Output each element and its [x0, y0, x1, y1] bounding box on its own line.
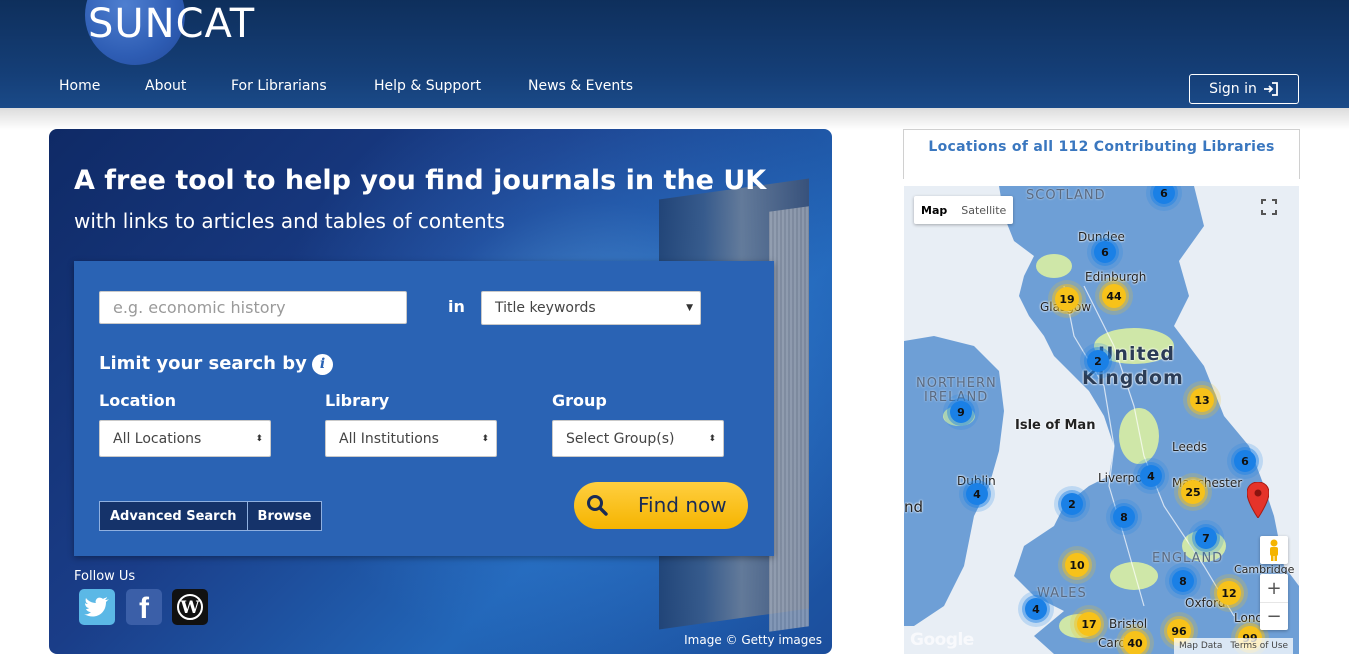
search-panel: in Title keywords ▼ Limit your search by… [74, 261, 774, 556]
hero-subtitle: with links to articles and tables of con… [74, 209, 505, 233]
pegman-glyph [1270, 539, 1278, 561]
nav-help-support[interactable]: Help & Support [374, 78, 481, 94]
library-label: Library [325, 391, 390, 410]
site-logo[interactable]: SUNCAT [88, 1, 255, 47]
map-cluster[interactable]: 10 [1065, 553, 1089, 577]
map-place-united: United [1098, 343, 1176, 365]
map-cluster[interactable]: 6 [1094, 241, 1116, 263]
in-label: in [448, 297, 465, 316]
hero-book-pages [769, 206, 809, 632]
sign-in-button[interactable]: Sign in [1189, 74, 1299, 104]
hero-panel: A free tool to help you find journals in… [49, 129, 832, 654]
map-marker-icon[interactable] [1247, 482, 1269, 518]
map-place-wales: WALES [1037, 586, 1087, 601]
sign-in-icon [1263, 82, 1278, 96]
map-place-bristol: Bristol [1109, 617, 1148, 631]
map-place-nd: nd [904, 498, 924, 516]
map-footer: Map Data Terms of Use [1174, 638, 1294, 654]
map-cluster[interactable]: 13 [1190, 388, 1214, 412]
hero-title: A free tool to help you find journals in… [74, 165, 767, 196]
map-cluster[interactable]: 4 [1140, 465, 1162, 487]
sign-in-label: Sign in [1209, 81, 1257, 97]
group-label: Group [552, 391, 607, 410]
facebook-f-glyph: f [139, 592, 149, 625]
nav-for-librarians[interactable]: For Librarians [231, 78, 327, 94]
search-mode-buttons: Advanced Search Browse [99, 501, 323, 531]
map-type-map-button[interactable]: Map [914, 196, 954, 224]
nav-news-events[interactable]: News & Events [528, 78, 633, 94]
map-cluster[interactable]: 2 [1087, 350, 1109, 372]
map-type-satellite-button[interactable]: Satellite [954, 196, 1013, 224]
map-place-cardiff: Card [1098, 636, 1127, 650]
map-cluster[interactable]: 2 [1061, 493, 1083, 515]
browse-button[interactable]: Browse [246, 502, 322, 530]
map-place-northern: NORTHERN [916, 376, 997, 391]
map-place-scotland: SCOTLAND [1026, 188, 1106, 203]
map-cluster[interactable]: 44 [1102, 284, 1126, 308]
map-cluster[interactable]: 17 [1077, 612, 1101, 636]
group-select[interactable]: Select Group(s) ⬍ [552, 420, 724, 457]
nav-home[interactable]: Home [59, 78, 100, 94]
limit-search-label: Limit your search by [99, 353, 307, 374]
find-now-button[interactable]: Find now [574, 482, 748, 529]
libraries-map[interactable]: SCOTLAND Dundee Edinburgh Glasgow United… [904, 186, 1299, 654]
facebook-icon[interactable]: f [126, 589, 162, 625]
map-type-control: Map Satellite [914, 196, 1014, 224]
map-cluster[interactable]: 40 [1123, 631, 1147, 654]
image-credit: Image © Getty images [684, 633, 822, 647]
advanced-search-button[interactable]: Advanced Search [100, 502, 247, 530]
header-shadow [0, 108, 1349, 130]
zoom-in-button[interactable]: + [1260, 574, 1288, 602]
library-select[interactable]: All Institutions ⬍ [325, 420, 497, 457]
google-logo: Google [910, 630, 974, 650]
map-cluster[interactable]: 19 [1055, 287, 1079, 311]
group-value: Select Group(s) [566, 430, 675, 447]
wordpress-glyph: W [177, 594, 203, 620]
zoom-control: + − [1260, 574, 1288, 630]
caret-down-icon: ▼ [686, 303, 693, 313]
nav-about[interactable]: About [145, 78, 186, 94]
search-field-value: Title keywords [495, 300, 596, 316]
search-field-select[interactable]: Title keywords ▼ [481, 291, 701, 325]
sort-arrows-icon: ⬍ [708, 433, 716, 444]
map-place-isle-of-man: Isle of Man [1015, 418, 1096, 433]
location-value: All Locations [113, 430, 202, 447]
search-input[interactable] [99, 291, 407, 324]
map-data-link[interactable]: Map Data [1179, 641, 1222, 651]
map-cluster[interactable]: 8 [1113, 506, 1135, 528]
location-select[interactable]: All Locations ⬍ [99, 420, 271, 457]
sort-arrows-icon: ⬍ [481, 433, 489, 444]
map-cluster[interactable]: 4 [1025, 598, 1047, 620]
map-cluster[interactable]: 4 [966, 483, 988, 505]
wordpress-icon[interactable]: W [172, 589, 208, 625]
map-cluster[interactable]: 12 [1217, 581, 1241, 605]
sort-arrows-icon: ⬍ [255, 433, 263, 444]
map-place-edinburgh: Edinburgh [1085, 270, 1147, 284]
location-label: Location [99, 391, 176, 410]
fullscreen-icon[interactable] [1261, 199, 1277, 215]
terms-of-use-link[interactable]: Terms of Use [1230, 641, 1288, 651]
map-cluster[interactable]: 6 [1234, 450, 1256, 472]
map-title: Locations of all 112 Contributing Librar… [928, 139, 1275, 155]
map-place-london: Lond [1234, 611, 1264, 625]
map-place-leeds: Leeds [1172, 440, 1208, 454]
search-icon [587, 495, 608, 516]
map-cluster[interactable]: 25 [1181, 480, 1205, 504]
zoom-out-button[interactable]: − [1260, 602, 1288, 630]
street-view-pegman-icon[interactable] [1260, 536, 1288, 564]
svg-text:W: W [179, 598, 200, 618]
library-value: All Institutions [339, 430, 439, 447]
twitter-icon[interactable] [79, 589, 115, 625]
follow-us-label: Follow Us [74, 569, 136, 584]
map-place-england: ENGLAND [1152, 551, 1224, 566]
find-now-label: Find now [638, 493, 727, 517]
twitter-bird-glyph [84, 597, 109, 617]
map-cluster[interactable]: 8 [1172, 570, 1194, 592]
map-cluster[interactable]: 9 [950, 401, 972, 423]
info-icon[interactable]: i [312, 354, 333, 375]
site-header: SUNCAT Home About For Librarians Help & … [0, 0, 1349, 108]
map-cluster[interactable]: 7 [1195, 527, 1217, 549]
